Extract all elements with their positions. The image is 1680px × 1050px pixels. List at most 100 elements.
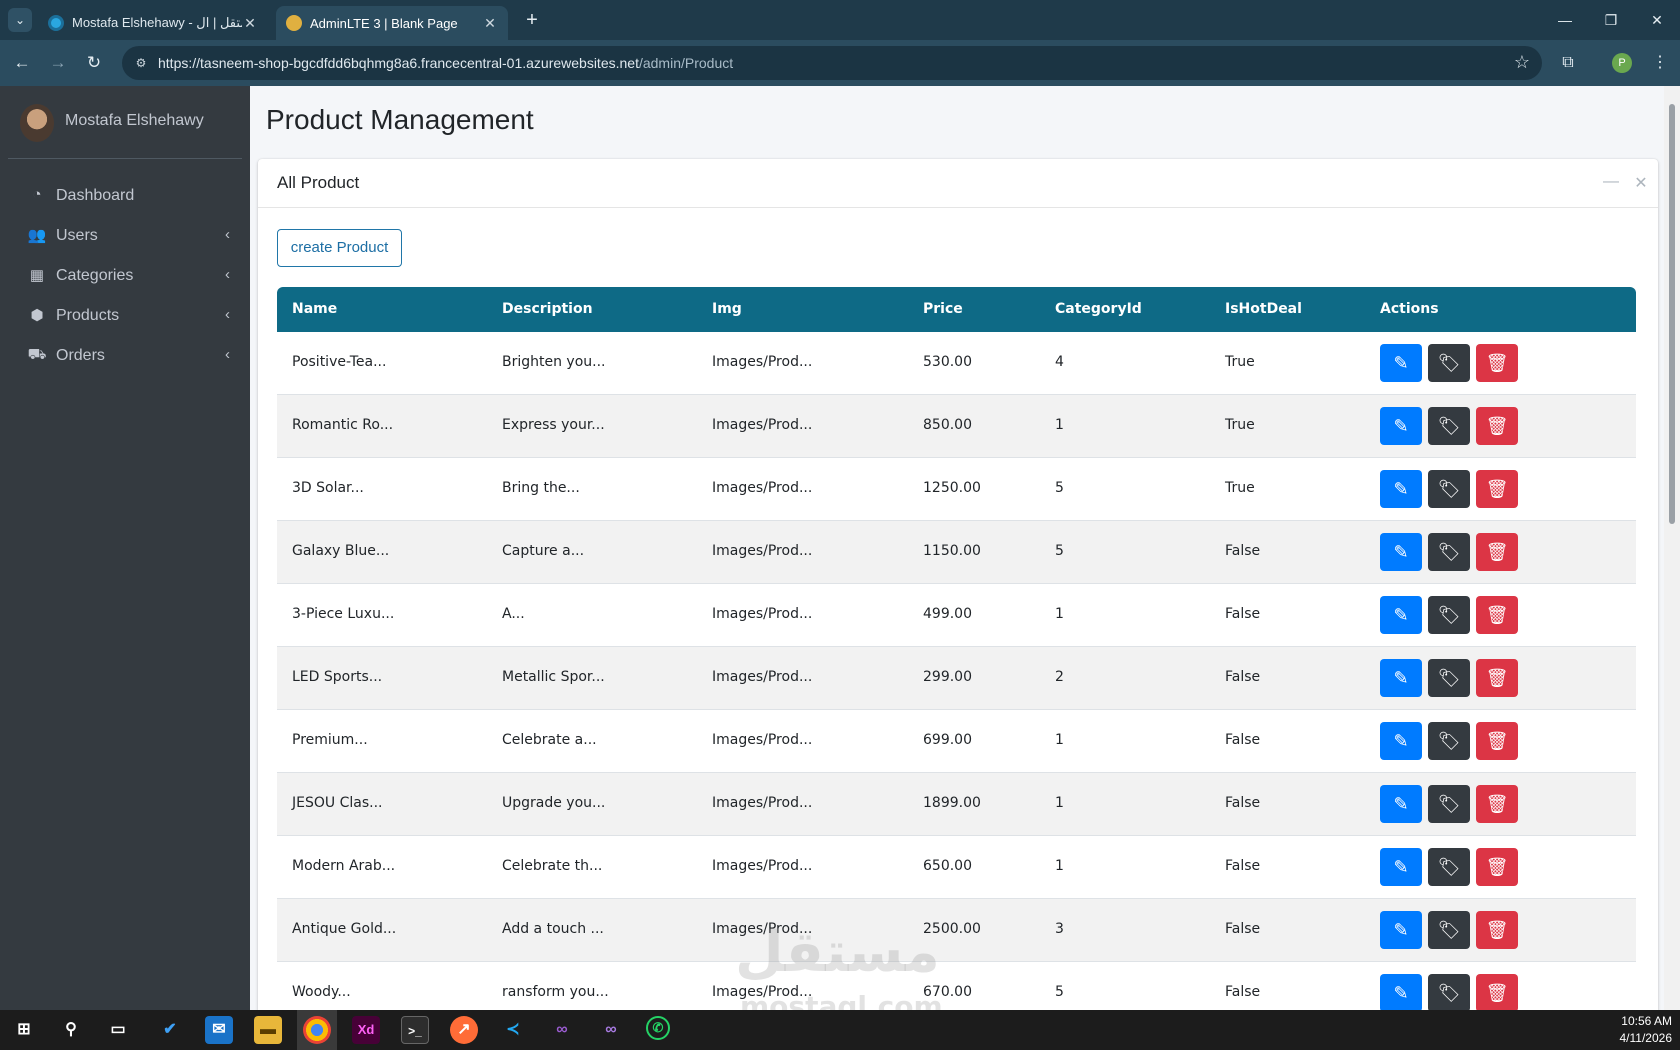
main-content: Product Management All Product — ✕ creat… — [250, 86, 1668, 1010]
edit-button[interactable]: ✎ — [1380, 659, 1422, 697]
delete-button[interactable]: 🗑 — [1476, 533, 1518, 571]
edit-button[interactable]: ✎ — [1380, 596, 1422, 634]
cell-img: Images/Prod... — [712, 480, 813, 496]
tab-mostaql[interactable]: Mostafa Elshehawy - مستقل | ال ✕ — [38, 6, 268, 40]
user-panel: Mostafa Elshehawy — [8, 86, 242, 159]
cell-img: Images/Prod... — [712, 732, 813, 748]
profile-avatar[interactable]: P — [1612, 53, 1632, 73]
tags-button[interactable]: 🏷 — [1428, 344, 1470, 382]
edit-button[interactable]: ✎ — [1380, 974, 1422, 1010]
edit-button[interactable]: ✎ — [1380, 911, 1422, 949]
close-icon[interactable]: ✕ — [242, 15, 258, 32]
cell-price: 850.00 — [923, 417, 972, 433]
user-name[interactable]: Mostafa Elshehawy — [65, 112, 204, 130]
file-explorer-icon[interactable]: ▬ — [254, 1016, 282, 1044]
delete-button[interactable]: 🗑 — [1476, 407, 1518, 445]
edit-button[interactable]: ✎ — [1380, 407, 1422, 445]
cell-ishotdeal: True — [1225, 417, 1255, 433]
tags-button[interactable]: 🏷 — [1428, 722, 1470, 760]
restore-window-button[interactable]: ❐ — [1588, 6, 1634, 34]
todo-icon[interactable]: ✔ — [156, 1016, 184, 1044]
sidebar-item-categories[interactable]: ▦ Categories ‹ — [8, 256, 242, 296]
avatar[interactable] — [20, 104, 54, 142]
reload-icon[interactable]: ↻ — [80, 49, 108, 77]
postman-icon[interactable]: ↗ — [450, 1016, 478, 1044]
tags-button[interactable]: 🏷 — [1428, 659, 1470, 697]
cell-price: 299.00 — [923, 669, 972, 685]
table-row: Galaxy Blue... Capture a... Images/Prod...… — [277, 521, 1636, 584]
scroll-thumb[interactable] — [1669, 104, 1675, 524]
edit-button[interactable]: ✎ — [1380, 722, 1422, 760]
delete-button[interactable]: 🗑 — [1476, 722, 1518, 760]
cell-ishotdeal: False — [1225, 732, 1261, 748]
edit-button[interactable]: ✎ — [1380, 344, 1422, 382]
tags-button[interactable]: 🏷 — [1428, 407, 1470, 445]
cell-name: Woody... — [292, 984, 351, 1000]
tab-adminlte[interactable]: AdminLTE 3 | Blank Page ✕ — [276, 6, 508, 40]
delete-button[interactable]: 🗑 — [1476, 911, 1518, 949]
edit-button[interactable]: ✎ — [1380, 533, 1422, 571]
delete-button[interactable]: 🗑 — [1476, 659, 1518, 697]
new-tab-button[interactable]: + — [520, 8, 544, 32]
tags-button[interactable]: 🏷 — [1428, 974, 1470, 1010]
chrome-icon[interactable] — [303, 1016, 331, 1044]
delete-button[interactable]: 🗑 — [1476, 596, 1518, 634]
cell-img: Images/Prod... — [712, 354, 813, 370]
sidebar-item-dashboard[interactable]: ◔ Dashboard — [8, 176, 242, 216]
search-icon[interactable]: ⚲ — [57, 1016, 85, 1044]
visual-studio-icon[interactable]: ∞ — [548, 1016, 576, 1044]
edit-button[interactable]: ✎ — [1380, 848, 1422, 886]
page-scrollbar[interactable] — [1664, 86, 1680, 1010]
tags-button[interactable]: 🏷 — [1428, 785, 1470, 823]
column-header-actions: Actions — [1380, 301, 1439, 317]
back-arrow-icon[interactable]: ← — [8, 49, 36, 77]
sidebar-item-users[interactable]: 👥 Users ‹ — [8, 216, 242, 256]
cell-price: 1899.00 — [923, 795, 981, 811]
close-window-button[interactable]: ✕ — [1634, 6, 1680, 34]
cell-img: Images/Prod... — [712, 858, 813, 874]
adobe-xd-icon[interactable]: Xd — [352, 1016, 380, 1044]
menu-dots-icon[interactable]: ⋮ — [1646, 49, 1674, 77]
browser-tab-bar: ⌄ Mostafa Elshehawy - مستقل | ال ✕ Admin… — [0, 0, 1680, 40]
tags-button[interactable]: 🏷 — [1428, 533, 1470, 571]
sidebar-item-products[interactable]: ⬢ Products ‹ — [8, 296, 242, 336]
tags-button[interactable]: 🏷 — [1428, 470, 1470, 508]
delete-button[interactable]: 🗑 — [1476, 785, 1518, 823]
sidebar-item-orders[interactable]: ⛟ Orders ‹ — [8, 336, 242, 376]
edit-button[interactable]: ✎ — [1380, 470, 1422, 508]
tags-button[interactable]: 🏷 — [1428, 911, 1470, 949]
outlook-icon[interactable]: ✉ — [205, 1016, 233, 1044]
close-icon[interactable]: ✕ — [482, 15, 498, 32]
minimize-window-button[interactable]: — — [1542, 6, 1588, 34]
collapse-icon[interactable]: — — [1601, 173, 1621, 193]
extensions-icon[interactable]: ⧉ — [1554, 49, 1582, 77]
tags-button[interactable]: 🏷 — [1428, 596, 1470, 634]
whatsapp-icon[interactable]: ✆ — [646, 1016, 670, 1040]
cell-name: JESOU Clas... — [292, 795, 383, 811]
table-row: 3D Solar... Bring the... Images/Prod... 125… — [277, 458, 1636, 521]
tags-button[interactable]: 🏷 — [1428, 848, 1470, 886]
delete-button[interactable]: 🗑 — [1476, 344, 1518, 382]
delete-button[interactable]: 🗑 — [1476, 974, 1518, 1010]
cell-ishotdeal: False — [1225, 795, 1261, 811]
bookmark-star-icon[interactable]: ☆ — [1514, 52, 1530, 73]
tab-search-dropdown[interactable]: ⌄ — [8, 8, 32, 32]
vscode-icon[interactable]: ≺ — [499, 1016, 527, 1044]
cell-categoryid: 5 — [1055, 480, 1064, 496]
create-product-button[interactable]: create Product — [277, 229, 402, 267]
edit-button[interactable]: ✎ — [1380, 785, 1422, 823]
delete-button[interactable]: 🗑 — [1476, 470, 1518, 508]
address-bar[interactable]: ⚙ https://tasneem-shop-bgcdfdd6bqhmg8a6.… — [122, 46, 1542, 80]
site-settings-icon[interactable]: ⚙ — [132, 54, 150, 72]
delete-button[interactable]: 🗑 — [1476, 848, 1518, 886]
windows-start-icon[interactable]: ⊞ — [10, 1016, 38, 1044]
cell-name: LED Sports... — [292, 669, 383, 685]
forward-arrow-icon[interactable]: → — [44, 49, 72, 77]
cell-description: Add a touch ... — [502, 921, 604, 937]
close-icon[interactable]: ✕ — [1631, 173, 1651, 193]
system-clock[interactable]: 10:56 AM 4/11/2026 — [1620, 1013, 1673, 1047]
cell-description: Capture a... — [502, 543, 585, 559]
terminal-icon[interactable]: >_ — [401, 1016, 429, 1044]
task-view-icon[interactable]: ▭ — [104, 1016, 132, 1044]
visual-studio-preview-icon[interactable]: ∞ — [597, 1016, 625, 1044]
